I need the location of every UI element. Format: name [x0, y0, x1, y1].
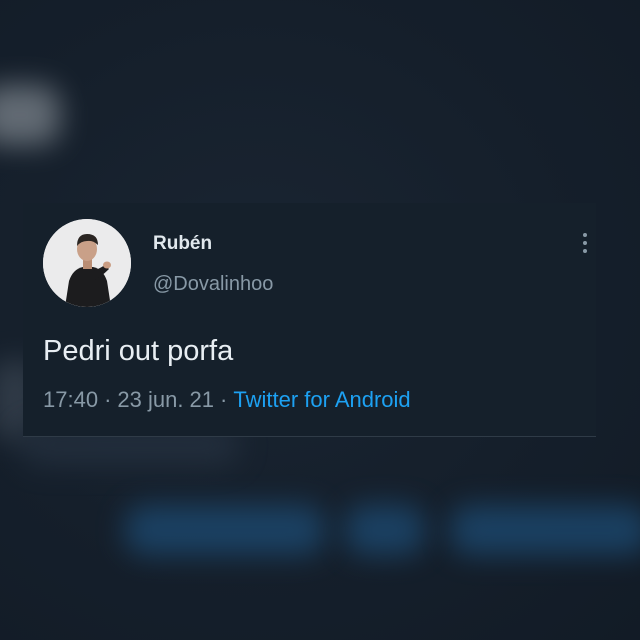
meta-separator: ·	[220, 387, 228, 412]
meta-separator: ·	[104, 387, 112, 412]
avatar[interactable]	[43, 219, 131, 307]
user-photo-avatar-icon	[43, 219, 131, 307]
blurred-background-link	[125, 505, 325, 555]
tweet-time[interactable]: 17:40	[43, 387, 98, 412]
display-name[interactable]: Rubén	[153, 233, 212, 255]
tweet-date[interactable]: 23 jun. 21	[117, 387, 214, 412]
blurred-background-blob	[0, 85, 60, 145]
tweet-meta: 17:40 · 23 jun. 21 · Twitter for Android	[43, 387, 411, 413]
tweet-source-link[interactable]: Twitter for Android	[233, 387, 410, 412]
more-vertical-icon[interactable]	[575, 233, 595, 259]
blurred-background-link	[450, 505, 640, 555]
tweet-text: Pedri out porfa	[43, 335, 234, 367]
blurred-background-link	[345, 505, 425, 555]
tweet-card[interactable]: Rubén @Dovalinhoo Pedri out porfa 17:40 ·…	[23, 203, 596, 437]
screenshot-stage: Rubén @Dovalinhoo Pedri out porfa 17:40 ·…	[0, 0, 640, 640]
user-handle[interactable]: @Dovalinhoo	[153, 273, 273, 296]
